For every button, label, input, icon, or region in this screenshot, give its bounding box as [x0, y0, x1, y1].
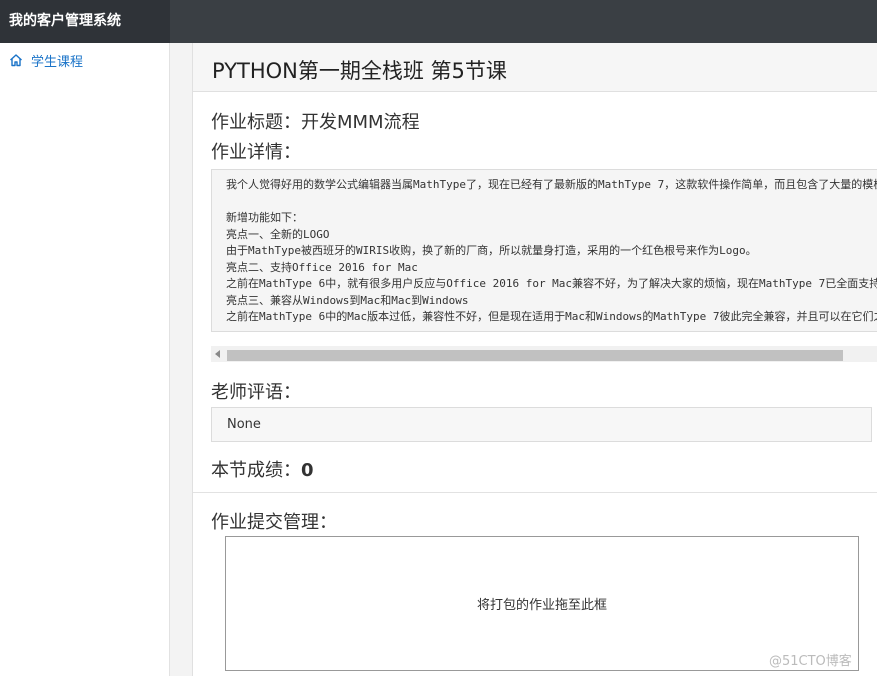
detail-line: 亮点一、全新的LOGO — [226, 227, 330, 241]
detail-line: 之前在MathType 6中的Mac版本过低，兼容性不好，但是现在适用于Mac和… — [226, 310, 877, 323]
main-content: PYTHON第一期全栈班 第5节课 作业标题：开发MMM流程 作业详情： 我个人… — [192, 43, 877, 676]
homework-detail-text: 我个人觉得好用的数学公式编辑器当属MathType了，现在已经有了最新版的Mat… — [211, 169, 877, 332]
horizontal-scrollbar[interactable] — [211, 346, 877, 362]
watermark: @51CTO博客 — [769, 654, 852, 669]
home-icon — [10, 54, 22, 67]
detail-line: 我个人觉得好用的数学公式编辑器当属MathType了，现在已经有了最新版的Mat… — [226, 178, 877, 191]
submit-label: 作业提交管理： — [211, 512, 337, 533]
app-brand[interactable]: 我的客户管理系统 — [0, 0, 170, 43]
detail-line: 亮点二、支持Office 2016 for Mac — [226, 260, 418, 274]
sidebar-item-student-courses[interactable]: 学生课程 — [0, 43, 169, 77]
divider — [193, 492, 877, 493]
sidebar-item-label: 学生课程 — [31, 54, 84, 70]
dropzone-text: 将打包的作业拖至此框 — [476, 598, 607, 613]
detail-line: 由于MathType被西班牙的WIRIS收购，换了新的厂商，所以就量身打造，采用… — [226, 244, 757, 257]
file-dropzone[interactable]: 将打包的作业拖至此框 — [225, 536, 859, 671]
teacher-comment: None — [211, 407, 872, 442]
sidebar: 学生课程 — [0, 43, 170, 676]
teacher-comment-label: 老师评语： — [211, 382, 301, 403]
content-gutter — [170, 43, 192, 676]
page-header: PYTHON第一期全栈班 第5节课 — [193, 43, 877, 92]
homework-detail-label: 作业详情： — [211, 142, 301, 163]
detail-line: 之前在MathType 6中，就有很多用户反应与Office 2016 for … — [226, 277, 877, 290]
detail-line — [226, 194, 864, 211]
scrollbar-thumb[interactable] — [227, 350, 843, 361]
homework-title: 作业标题：开发MMM流程 — [211, 112, 420, 133]
page-title: PYTHON第一期全栈班 第5节课 — [212, 59, 507, 83]
score-row: 本节成绩：0 — [211, 456, 314, 482]
detail-line: 亮点三、兼容从Windows到Mac和Mac到Windows — [226, 293, 469, 307]
score-value: 0 — [301, 460, 314, 481]
scroll-left-icon[interactable] — [215, 350, 220, 358]
score-label: 本节成绩： — [211, 460, 301, 481]
detail-line: 新增功能如下： — [226, 211, 303, 224]
